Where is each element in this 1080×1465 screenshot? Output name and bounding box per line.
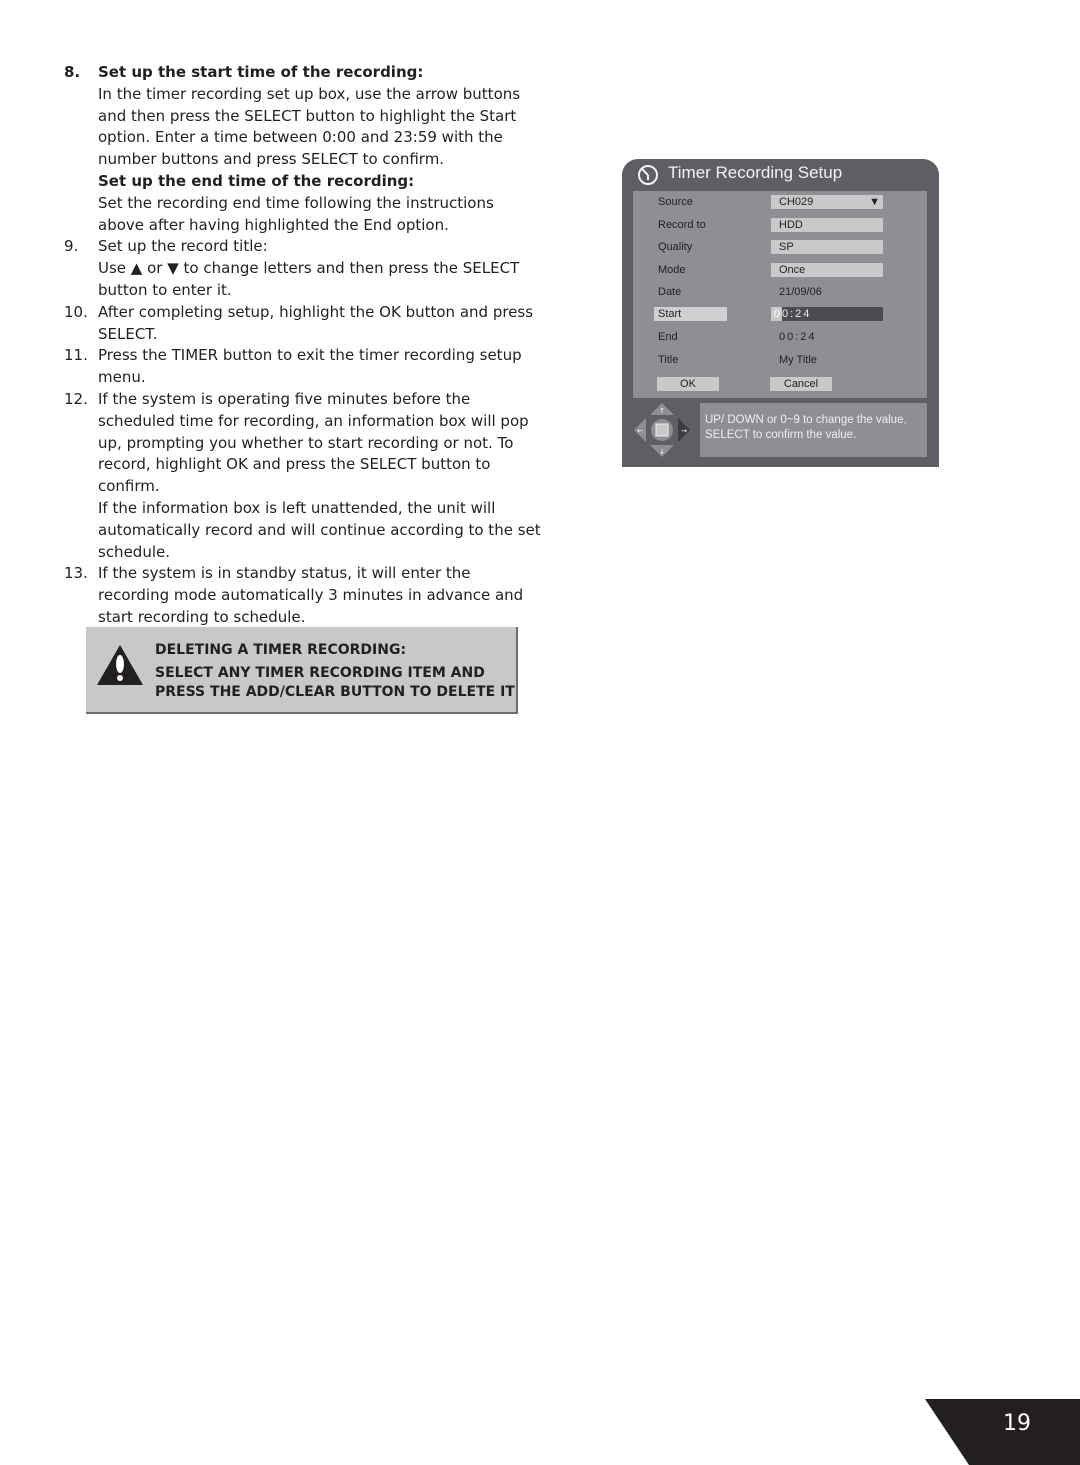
source-label: Source bbox=[658, 196, 693, 208]
step-body: After completing setup, highlight the OK… bbox=[98, 302, 534, 343]
svg-text:↑: ↑ bbox=[659, 407, 665, 415]
title-label: Title bbox=[658, 354, 679, 366]
note-title: DELETING A TIMER RECORDING: bbox=[155, 642, 407, 658]
up-arrow-icon: ▲ bbox=[130, 259, 143, 278]
title-field[interactable]: My Title bbox=[771, 353, 883, 367]
down-arrow-icon: ▼ bbox=[167, 259, 179, 278]
step-body: If the system is in standby status, it w… bbox=[98, 564, 524, 626]
start-label: Start bbox=[654, 307, 727, 321]
timer-recording-dialog: Timer Recording Setup Source CH029 ▼ Reco… bbox=[622, 159, 939, 467]
text: or bbox=[142, 259, 168, 278]
step-number: 9. bbox=[64, 237, 79, 256]
chevron-down-icon[interactable]: ▼ bbox=[869, 195, 880, 209]
step-subheading: Set up the end time of the recording: bbox=[98, 171, 415, 190]
delete-note-box: DELETING A TIMER RECORDING: SELECT ANY T… bbox=[86, 627, 518, 714]
dialog-title: Timer Recording Setup bbox=[668, 163, 843, 182]
step-heading: Set up the record title: bbox=[98, 237, 268, 256]
warning-icon bbox=[97, 645, 143, 685]
title-row[interactable]: Title My Title bbox=[633, 353, 927, 369]
step-11: 11. Press the TIMER button to exit the t… bbox=[64, 345, 544, 389]
timer-icon bbox=[638, 165, 658, 185]
step-subbody: Set the recording end time following the… bbox=[98, 193, 494, 234]
page-number: 19 bbox=[1003, 1411, 1031, 1436]
date-row[interactable]: Date 21/09/06 bbox=[633, 285, 927, 301]
record-to-label: Record to bbox=[658, 219, 706, 231]
date-label: Date bbox=[658, 286, 682, 298]
source-row[interactable]: Source CH029 ▼ bbox=[633, 195, 927, 211]
note-line: SELECT ANY TIMER RECORDING ITEM AND bbox=[155, 665, 485, 681]
record-to-field[interactable]: HDD bbox=[771, 218, 883, 232]
step-number: 8. bbox=[64, 63, 81, 81]
step-8: 8. Set up the start time of the recordin… bbox=[64, 62, 544, 236]
svg-text:→: → bbox=[681, 427, 687, 435]
step-number: 12. bbox=[64, 389, 88, 408]
text: Use bbox=[98, 259, 131, 278]
step-12: 12. If the system is operating five minu… bbox=[64, 389, 544, 563]
mode-field[interactable]: Once bbox=[771, 263, 883, 277]
step-body: In the timer recording set up box, use t… bbox=[98, 84, 521, 169]
step-body: If the system is operating five minutes … bbox=[98, 389, 529, 496]
quality-field[interactable]: SP bbox=[771, 240, 883, 254]
svg-text:↓: ↓ bbox=[659, 448, 665, 456]
step-13: 13. If the system is in standby status, … bbox=[64, 563, 544, 628]
hint-line: UP/ DOWN or 0~9 to change the value, bbox=[705, 414, 907, 426]
date-field[interactable]: 21/09/06 bbox=[771, 285, 883, 299]
instructions-column: 8. Set up the start time of the recordin… bbox=[64, 62, 544, 629]
quality-row[interactable]: Quality SP bbox=[633, 240, 927, 256]
mode-row[interactable]: Mode Once bbox=[633, 263, 927, 279]
cursor-digit: 0 bbox=[771, 307, 782, 321]
step-number: 10. bbox=[64, 302, 88, 321]
source-value: CH029 bbox=[779, 196, 814, 208]
ok-button[interactable]: OK bbox=[657, 377, 719, 391]
hint-box: UP/ DOWN or 0~9 to change the value, SEL… bbox=[700, 403, 927, 457]
step-9: 9. Set up the record title: Use ▲ or ▼ t… bbox=[64, 236, 544, 301]
step-body: Use ▲ or ▼ to change letters and then pr… bbox=[98, 258, 544, 302]
start-value: 0:24 bbox=[782, 308, 812, 320]
cancel-button[interactable]: Cancel bbox=[770, 377, 832, 391]
end-field[interactable]: 00:24 bbox=[771, 330, 883, 344]
step-body-2: If the information box is left unattende… bbox=[98, 498, 541, 561]
step-heading: Set up the start time of the recording: bbox=[98, 63, 424, 81]
step-10: 10. After completing setup, highlight th… bbox=[64, 302, 544, 346]
end-label: End bbox=[658, 331, 678, 343]
svg-text:←: ← bbox=[637, 427, 643, 435]
step-number: 11. bbox=[64, 346, 88, 365]
end-row[interactable]: End 00:24 bbox=[633, 330, 927, 346]
quality-label: Quality bbox=[658, 241, 693, 253]
dpad-icon: ↑ ↓ ← → bbox=[634, 403, 690, 457]
note-line: PRESS THE ADD/CLEAR BUTTON TO DELETE IT bbox=[155, 684, 515, 700]
record-to-row[interactable]: Record to HDD bbox=[633, 218, 927, 234]
note-text: DELETING A TIMER RECORDING: SELECT ANY T… bbox=[155, 641, 515, 702]
settings-panel: Source CH029 ▼ Record to HDD Quality SP M… bbox=[633, 191, 927, 398]
start-field[interactable]: 00:24 bbox=[771, 307, 883, 321]
step-body: Press the TIMER button to exit the timer… bbox=[98, 346, 522, 387]
mode-label: Mode bbox=[658, 264, 686, 276]
step-number: 13. bbox=[64, 564, 88, 583]
hint-line: SELECT to confirm the value. bbox=[705, 429, 857, 441]
source-select[interactable]: CH029 ▼ bbox=[771, 195, 883, 209]
start-row[interactable]: Start 00:24 bbox=[633, 307, 927, 323]
